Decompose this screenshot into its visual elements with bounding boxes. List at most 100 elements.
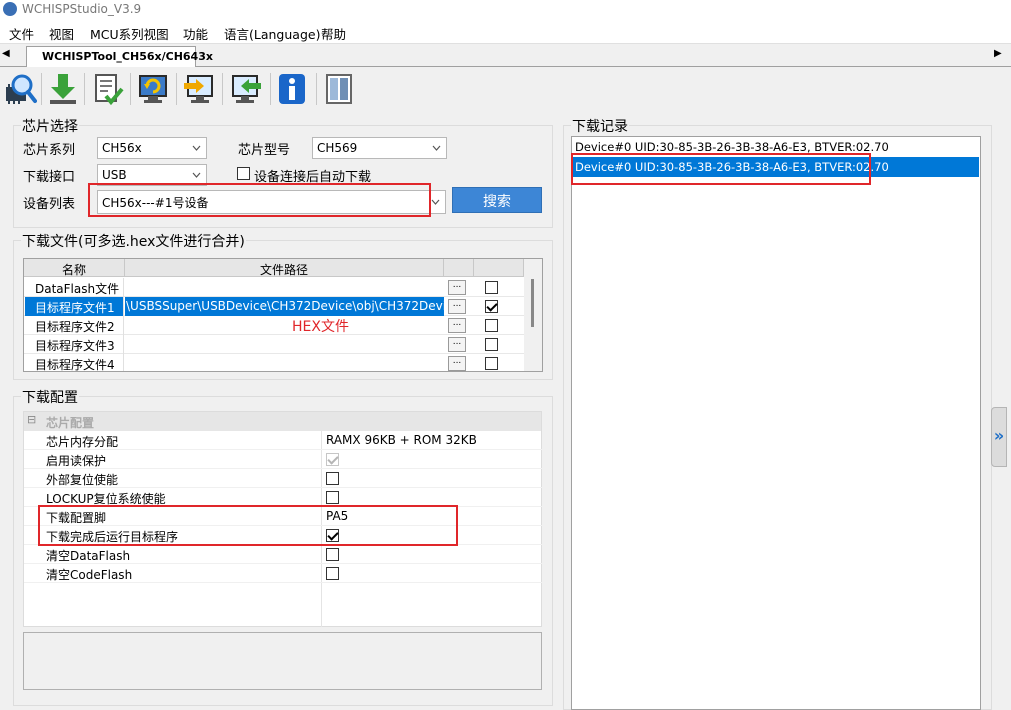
external-reset-checkbox[interactable] (326, 472, 339, 485)
tab-scroll-right-icon[interactable]: ▶ (994, 48, 1002, 59)
toolbar (0, 67, 1011, 111)
property-name: 清空CodeFlash (46, 568, 133, 582)
toolbar-separator (176, 73, 177, 105)
device-list-value: CH56x---#1号设备 (102, 196, 209, 210)
column-header-enable (474, 259, 524, 277)
table-row[interactable]: 目标程序文件1 \USBSSuper\USBDevice\CH372Device… (24, 297, 542, 316)
info-button[interactable] (274, 71, 310, 107)
tab-scroll-left-icon[interactable]: ◀ (2, 48, 10, 59)
menu-bar: 文件 视图 MCU系列视图 功能 语言(Language) 帮助 (0, 20, 1011, 44)
table-row[interactable]: 目标程序文件2 ... (24, 316, 542, 335)
download-config-title: 下载配置 (21, 387, 79, 407)
checklist-icon (95, 74, 124, 106)
property-row[interactable]: 外部复位使能 (24, 469, 542, 488)
menu-function[interactable]: 功能 (183, 24, 208, 43)
menu-file[interactable]: 文件 (9, 24, 34, 43)
import-config-button[interactable] (181, 71, 217, 107)
clear-dataflash-checkbox[interactable] (326, 548, 339, 561)
tab-wchisptool[interactable]: WCHISPTool_CH56x/CH643x (26, 46, 213, 67)
menu-language[interactable]: 语言(Language) (224, 24, 320, 43)
verify-button[interactable] (89, 71, 125, 107)
collapse-icon[interactable]: ⊟ (27, 413, 36, 426)
browse-button[interactable]: ... (448, 299, 466, 314)
list-item[interactable]: Device#0 UID:30-85-3B-26-3B-38-A6-E3, BT… (573, 157, 979, 177)
column-header-browse (444, 259, 474, 277)
chip-select-title: 芯片选择 (21, 116, 79, 136)
clear-codeflash-checkbox[interactable] (326, 567, 339, 580)
property-value[interactable]: PA5 (326, 509, 348, 523)
toolbar-separator (41, 73, 42, 105)
file-enable-checkbox[interactable] (485, 300, 498, 313)
file-path-cell[interactable] (125, 335, 444, 354)
property-name: 外部复位使能 (46, 473, 119, 487)
menu-view[interactable]: 视图 (49, 24, 74, 43)
file-enable-checkbox[interactable] (485, 319, 498, 332)
table-scrollbar[interactable] (524, 259, 542, 371)
file-path-cell[interactable] (125, 354, 444, 371)
download-files-table: 名称 文件路径 DataFlash文件 ... 目标程序文件1 \USBSSup… (23, 258, 543, 372)
property-name: LOCKUP复位系统使能 (46, 492, 166, 506)
browse-button[interactable]: ... (448, 356, 466, 371)
chevron-down-icon (192, 145, 201, 151)
table-row[interactable]: 目标程序文件3 ... (24, 335, 542, 354)
menu-mcu-series-view[interactable]: MCU系列视图 (90, 24, 169, 43)
scrollbar-thumb[interactable] (531, 279, 534, 327)
file-path-cell[interactable] (125, 316, 444, 335)
download-log-list[interactable]: Device#0 UID:30-85-3B-26-3B-38-A6-E3, BT… (571, 136, 981, 710)
description-panel (23, 632, 542, 690)
import-arrow-icon (184, 75, 213, 103)
property-row[interactable]: 下载完成后运行目标程序 (24, 526, 542, 545)
toolbar-separator (130, 73, 131, 105)
browse-button[interactable]: ... (448, 280, 466, 295)
menu-help[interactable]: 帮助 (321, 24, 346, 43)
toolbar-separator (316, 73, 317, 105)
property-value[interactable]: RAMX 96KB + ROM 32KB (326, 433, 477, 447)
property-row[interactable]: 下载配置脚 PA5 (24, 507, 542, 526)
download-button[interactable] (45, 71, 81, 107)
chip-series-select[interactable]: CH56x (97, 137, 207, 159)
device-list-select[interactable]: CH56x---#1号设备 (97, 190, 446, 214)
file-path-cell[interactable] (125, 278, 444, 297)
column-header-path[interactable]: 文件路径 (125, 259, 444, 277)
file-path-cell[interactable]: \USBSSuper\USBDevice\CH372Device\obj\CH3… (125, 297, 444, 316)
category-label: 芯片配置 (46, 416, 95, 430)
side-panel-toggle[interactable]: » (991, 407, 1007, 467)
property-row[interactable]: 清空DataFlash (24, 545, 542, 564)
run-after-download-checkbox[interactable] (326, 529, 339, 542)
read-protect-checkbox (326, 453, 339, 466)
auto-download-checkbox[interactable] (237, 167, 250, 180)
property-row[interactable]: 启用读保护 (24, 450, 542, 469)
toolbar-separator (222, 73, 223, 105)
property-name: 启用读保护 (46, 454, 107, 468)
property-row[interactable]: LOCKUP复位系统使能 (24, 488, 542, 507)
file-enable-checkbox[interactable] (485, 281, 498, 294)
property-name: 下载完成后运行目标程序 (46, 530, 179, 544)
property-row[interactable]: 清空CodeFlash (24, 564, 542, 583)
property-name: 下载配置脚 (46, 511, 107, 525)
lockup-reset-checkbox[interactable] (326, 491, 339, 504)
auto-download-label: 设备连接后自动下载 (254, 170, 372, 185)
file-enable-checkbox[interactable] (485, 357, 498, 370)
property-row[interactable]: 芯片内存分配 RAMX 96KB + ROM 32KB (24, 431, 542, 450)
search-device-button[interactable] (2, 71, 38, 107)
download-interface-select[interactable]: USB (97, 164, 207, 186)
chevron-down-icon (431, 199, 440, 205)
file-enable-checkbox[interactable] (485, 338, 498, 351)
refresh-button[interactable] (135, 71, 171, 107)
table-row[interactable]: 目标程序文件4 ... (24, 354, 542, 371)
refresh-monitor-icon (139, 75, 167, 103)
column-header-name[interactable]: 名称 (24, 259, 125, 277)
export-config-button[interactable] (228, 71, 264, 107)
search-button[interactable]: 搜索 (452, 187, 542, 213)
table-row[interactable]: DataFlash文件 ... (24, 278, 542, 297)
chip-model-select[interactable]: CH569 (312, 137, 447, 159)
panel-icon (326, 74, 352, 104)
browse-button[interactable]: ... (448, 318, 466, 333)
category-row[interactable]: ⊟ 芯片配置 (24, 412, 541, 431)
download-interface-label: 下载接口 (23, 170, 76, 185)
panel-layout-button[interactable] (321, 71, 357, 107)
browse-button[interactable]: ... (448, 337, 466, 352)
list-item[interactable]: Device#0 UID:30-85-3B-26-3B-38-A6-E3, BT… (573, 137, 979, 157)
export-arrow-icon (232, 75, 261, 103)
chip-model-value: CH569 (317, 141, 358, 155)
